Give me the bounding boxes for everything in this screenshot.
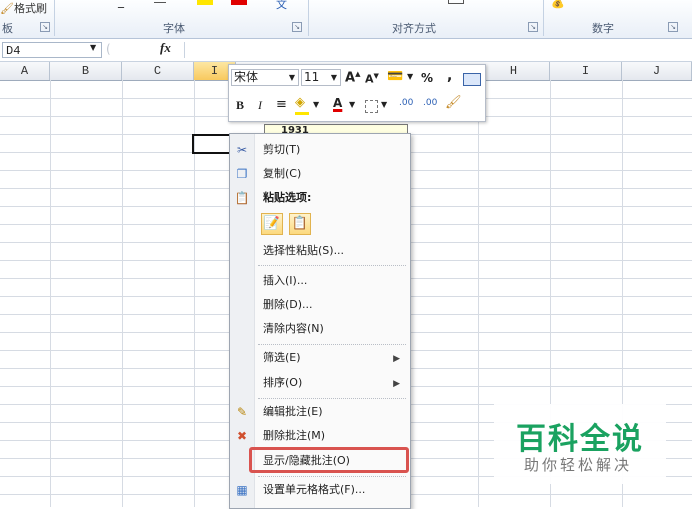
brush-icon: 🖌 — [0, 2, 14, 15]
menu-item-copy[interactable]: 复制(C) — [263, 163, 301, 185]
shrink-font-button[interactable]: A▼ — [365, 72, 379, 86]
fill-color-icon[interactable] — [197, 0, 213, 5]
chevron-down-icon[interactable]: ▼ — [381, 100, 387, 109]
highlight-box — [249, 447, 409, 473]
delete-comment-icon: ✖ — [236, 429, 248, 443]
name-box-dropdown-icon[interactable]: ▼ — [90, 43, 96, 52]
group-separator — [308, 0, 309, 36]
format-painter-button[interactable]: 🖌格式刷 — [0, 0, 47, 16]
mini-toolbar: 宋体 ▼ 11 ▼ A▲ A▼ 💳 ▼ % , B I ≡ ◈ ▼ A ▼ ▼ … — [228, 64, 486, 122]
formula-input[interactable] — [184, 42, 691, 58]
group-separator — [543, 0, 544, 36]
center-align-icon[interactable]: ≡ — [276, 97, 287, 112]
copy-icon: ❐ — [236, 167, 248, 181]
italic-button[interactable]: I — [258, 98, 262, 113]
insert-function-button[interactable]: fx — [160, 40, 171, 56]
edit-comment-icon: ✎ — [236, 405, 248, 419]
alignment-launcher-icon[interactable]: ↘ — [528, 22, 538, 32]
align-icon[interactable] — [448, 0, 464, 4]
clipboard-launcher-icon[interactable]: ↘ — [40, 22, 50, 32]
font-group-label: 字体 — [163, 22, 185, 35]
watermark-subtitle: 助你轻松解决 — [524, 456, 633, 474]
percent-button[interactable]: % — [421, 71, 433, 85]
watermark: 百科全说 助你轻松解决 — [494, 404, 666, 484]
chevron-down-icon[interactable]: ▼ — [313, 100, 319, 109]
font-name-dropdown[interactable]: 宋体 ▼ — [231, 69, 299, 86]
number-launcher-icon[interactable]: ↘ — [668, 22, 678, 32]
underline-icon[interactable]: _ — [118, 0, 124, 8]
bold-button[interactable]: B — [236, 98, 244, 113]
phonetic-icon[interactable]: 文 — [276, 0, 287, 12]
column-header-J[interactable]: J — [622, 62, 692, 80]
column-header-A[interactable]: A — [0, 62, 50, 80]
name-box-value: D4 — [6, 44, 21, 58]
font-color-button[interactable]: A — [333, 96, 342, 110]
name-box[interactable]: D4 — [2, 42, 102, 58]
column-header-H[interactable]: H — [478, 62, 550, 80]
menu-separator — [258, 344, 406, 346]
number-group-label: 数字 — [592, 22, 614, 35]
cancel-icon: ( — [106, 42, 111, 56]
clipboard-icon: 📋 — [291, 216, 309, 231]
currency-icon[interactable]: 💰 — [551, 0, 565, 9]
decrease-decimal-button[interactable]: .00 — [423, 98, 437, 108]
comma-button[interactable]: , — [447, 68, 452, 84]
submenu-arrow-icon: ▶ — [393, 379, 400, 389]
ribbon: 🖌格式刷 板 ↘ _ 文 字体 ↘ 对齐方式 ↘ 💰 数字 ↘ — [0, 0, 692, 39]
menu-item-paste-special[interactable]: 选择性粘贴(S)... — [263, 240, 344, 262]
menu-item-delete-comment[interactable]: 删除批注(M) — [263, 425, 325, 447]
clipboard-group-label: 板 — [2, 22, 13, 35]
border-icon[interactable] — [154, 0, 166, 3]
accounting-format-icon[interactable]: 💳 — [387, 69, 403, 84]
chevron-down-icon: ▼ — [330, 73, 337, 82]
menu-item-edit-comment[interactable]: 编辑批注(E) — [263, 401, 323, 423]
menu-item-format-cells[interactable]: 设置单元格格式(F)... — [263, 479, 365, 501]
chevron-down-icon[interactable]: ▼ — [407, 72, 413, 81]
menu-item-insert[interactable]: 插入(I)... — [263, 270, 307, 292]
fill-color-bucket-icon[interactable]: ◈ — [295, 95, 305, 110]
column-header-B[interactable]: B — [50, 62, 122, 80]
increase-decimal-button[interactable]: .00 — [399, 98, 413, 108]
menu-item-delete[interactable]: 删除(D)... — [263, 294, 313, 316]
watermark-title: 百科全说 — [516, 422, 644, 457]
font-size-dropdown[interactable]: 11 ▼ — [301, 69, 341, 86]
menu-separator — [258, 265, 406, 267]
paste-icon: 📝 — [263, 216, 281, 231]
font-color-icon[interactable] — [231, 0, 247, 5]
menu-item-clear-contents[interactable]: 清除内容(N) — [263, 318, 324, 340]
menu-item-cut[interactable]: 剪切(T) — [263, 139, 300, 161]
format-cells-icon: ▦ — [236, 483, 248, 497]
fill-color-bar — [295, 112, 309, 115]
submenu-arrow-icon: ▶ — [393, 354, 400, 364]
alignment-group-label: 对齐方式 — [392, 22, 436, 35]
column-header-C[interactable]: C — [122, 62, 194, 80]
borders-icon[interactable] — [365, 100, 378, 113]
menu-separator — [258, 476, 406, 478]
chevron-down-icon[interactable]: ▼ — [349, 100, 355, 109]
column-header-I[interactable]: I — [550, 62, 622, 80]
grow-font-button[interactable]: A▲ — [345, 70, 360, 85]
clipboard-icon: 📋 — [234, 191, 250, 205]
paste-options-label: 粘贴选项: — [263, 191, 312, 204]
group-separator — [54, 0, 55, 36]
font-launcher-icon[interactable]: ↘ — [292, 22, 302, 32]
chevron-down-icon: ▼ — [288, 73, 295, 82]
paste-values-button[interactable]: 📋 — [289, 213, 311, 235]
menu-item-sort[interactable]: 排序(O) — [263, 372, 302, 394]
menu-item-filter[interactable]: 筛选(E) — [263, 347, 301, 369]
menu-separator — [258, 398, 406, 400]
merge-center-icon[interactable] — [463, 73, 481, 86]
paste-button[interactable]: 📝 — [261, 213, 283, 235]
format-painter-icon[interactable]: 🖌 — [445, 95, 462, 110]
scissors-icon: ✂ — [236, 143, 248, 157]
